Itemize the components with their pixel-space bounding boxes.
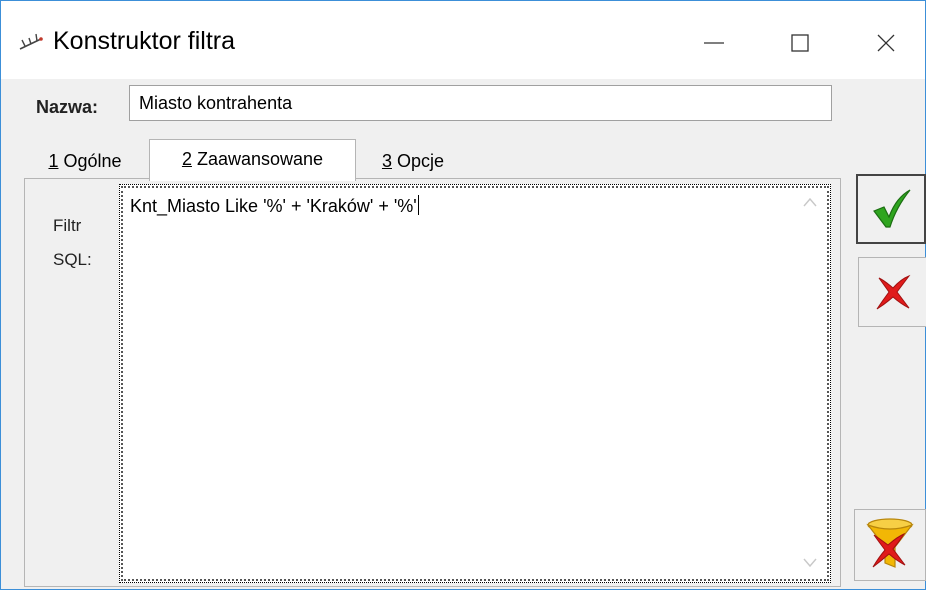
window-title: Konstruktor filtra xyxy=(53,27,236,55)
maximize-icon xyxy=(791,34,809,52)
advanced-tab-panel: Filtr SQL: Knt_Miasto Like '%' + 'Kraków… xyxy=(24,178,841,587)
confirm-button[interactable] xyxy=(856,174,926,244)
tab-advanced[interactable]: 2 Zaawansowane xyxy=(149,139,356,181)
text-caret xyxy=(417,195,419,215)
filter-builder-app-icon xyxy=(17,29,45,57)
sql-filter-editor[interactable]: Knt_Miasto Like '%' + 'Kraków' + '%' xyxy=(119,184,831,583)
minimize-icon xyxy=(704,42,724,44)
cancel-button[interactable] xyxy=(858,257,926,327)
funnel-clear-icon xyxy=(866,518,914,568)
maximize-button[interactable] xyxy=(777,23,823,63)
name-input[interactable] xyxy=(129,85,832,121)
filter-builder-window: Konstruktor filtra Nazwa: 1 Ogólne 2 Zaa… xyxy=(0,0,926,590)
tab-general-label: Ogólne xyxy=(58,151,122,171)
close-button[interactable] xyxy=(863,23,909,63)
tab-options-label: Opcje xyxy=(391,151,445,171)
clear-filter-button[interactable] xyxy=(854,509,926,581)
filter-sql-label: Filtr SQL: xyxy=(53,216,92,269)
tab-advanced-mnemonic: 2 xyxy=(181,149,192,169)
tab-general[interactable]: 1 Ogólne xyxy=(29,149,141,177)
sql-filter-value: Knt_Miasto Like '%' + 'Kraków' + '%' xyxy=(130,196,417,216)
sql-filter-text: Knt_Miasto Like '%' + 'Kraków' + '%' xyxy=(130,195,419,217)
minimize-button[interactable] xyxy=(691,23,737,63)
scroll-down-arrow-icon[interactable] xyxy=(802,556,818,568)
cross-icon xyxy=(876,274,911,310)
scroll-up-arrow-icon[interactable] xyxy=(802,195,818,207)
checkmark-icon xyxy=(873,189,911,228)
name-label: Nazwa: xyxy=(36,97,99,117)
tab-general-mnemonic: 1 xyxy=(48,151,59,171)
tab-advanced-label: Zaawansowane xyxy=(191,149,324,169)
close-icon xyxy=(877,34,895,52)
tab-options[interactable]: 3 Opcje xyxy=(363,149,463,177)
title-bar[interactable]: Konstruktor filtra xyxy=(1,1,925,79)
tab-options-mnemonic: 3 xyxy=(381,151,392,171)
